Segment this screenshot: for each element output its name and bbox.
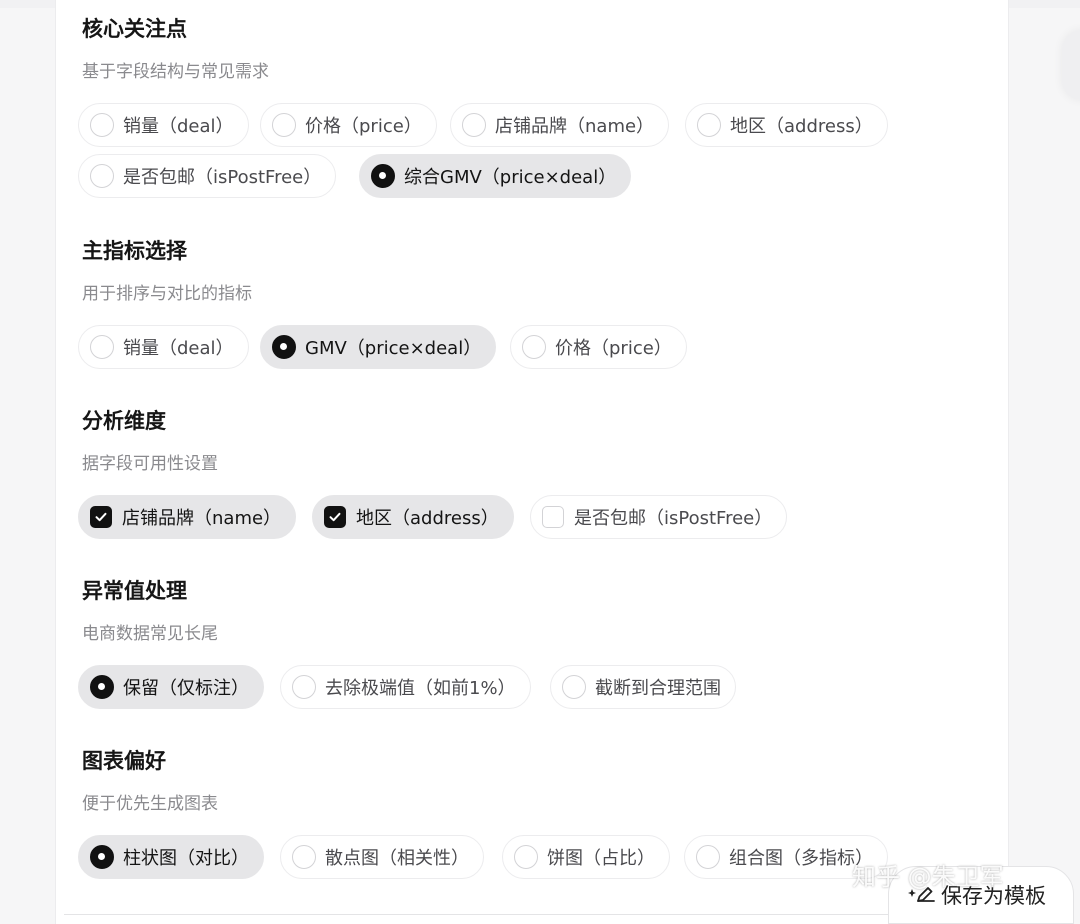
radio-icon [292, 845, 316, 869]
focus-option-price[interactable]: 价格（price） [260, 103, 437, 147]
side-panel-edge [1062, 30, 1080, 100]
focus-option-deal[interactable]: 销量（deal） [78, 103, 249, 147]
checkbox-icon [542, 506, 564, 528]
focus-option-ispostfree[interactable]: 是否包邮（isPostFree） [78, 154, 337, 198]
footer-divider [64, 914, 894, 915]
option-label: 截断到合理范围 [595, 678, 721, 699]
section-subtitle-outliers: 电商数据常见长尾 [82, 624, 218, 644]
section-title-main-metric: 主指标选择 [82, 239, 187, 263]
outlier-option-remove[interactable]: 去除极端值（如前1%） [280, 665, 531, 709]
radio-icon [90, 164, 114, 188]
option-label: 综合GMV（price×deal） [404, 167, 617, 188]
section-subtitle-dimensions: 据字段可用性设置 [82, 454, 218, 474]
focus-option-name[interactable]: 店铺品牌（name） [450, 103, 670, 147]
section-title-outliers: 异常值处理 [82, 579, 187, 603]
radio-icon [272, 113, 296, 137]
option-label: 去除极端值（如前1%） [325, 678, 516, 699]
chart-option-scatter[interactable]: 散点图（相关性） [280, 835, 484, 879]
radio-icon [562, 675, 586, 699]
section-title-chart-pref: 图表偏好 [82, 749, 166, 773]
radio-icon [462, 113, 486, 137]
section-subtitle-chart-pref: 便于优先生成图表 [82, 794, 218, 814]
chart-option-bar[interactable]: 柱状图（对比） [78, 835, 264, 879]
focus-option-gmv[interactable]: 综合GMV（price×deal） [359, 154, 632, 198]
dimension-option-ispostfree[interactable]: 是否包邮（isPostFree） [530, 495, 788, 539]
option-label: 组合图（多指标） [729, 848, 873, 869]
radio-icon [697, 113, 721, 137]
dimension-option-name[interactable]: 店铺品牌（name） [78, 495, 297, 539]
option-label: 销量（deal） [123, 116, 234, 137]
option-label: 散点图（相关性） [325, 848, 469, 869]
option-label: 销量（deal） [123, 338, 234, 359]
option-label: 柱状图（对比） [123, 848, 249, 869]
radio-selected-icon [90, 675, 114, 699]
checkbox-checked-icon [90, 506, 112, 528]
option-label: 店铺品牌（name） [495, 116, 655, 137]
option-label: 是否包邮（isPostFree） [123, 167, 322, 188]
chart-option-pie[interactable]: 饼图（占比） [502, 835, 670, 879]
radio-icon [90, 113, 114, 137]
option-label: 是否包邮（isPostFree） [574, 508, 773, 529]
option-label: 价格（price） [555, 338, 672, 359]
radio-icon [514, 845, 538, 869]
outlier-option-clip[interactable]: 截断到合理范围 [550, 665, 736, 709]
option-label: 地区（address） [356, 508, 499, 529]
radio-selected-icon [371, 164, 395, 188]
option-label: 饼图（占比） [547, 848, 655, 869]
radio-selected-icon [272, 335, 296, 359]
radio-icon [522, 335, 546, 359]
option-label: 价格（price） [305, 116, 422, 137]
chart-option-combo[interactable]: 组合图（多指标） [684, 835, 888, 879]
radio-icon [696, 845, 720, 869]
save-as-template-label: 保存为模板 [941, 884, 1046, 908]
outlier-option-keep[interactable]: 保留（仅标注） [78, 665, 264, 709]
option-label: 保留（仅标注） [123, 678, 249, 699]
radio-selected-icon [90, 845, 114, 869]
sparkle-edit-icon [907, 880, 941, 911]
section-subtitle-main-metric: 用于排序与对比的指标 [82, 284, 252, 304]
checkbox-checked-icon [324, 506, 346, 528]
section-subtitle-focus: 基于字段结构与常见需求 [82, 62, 269, 82]
option-label: GMV（price×deal） [305, 338, 482, 359]
focus-option-address[interactable]: 地区（address） [685, 103, 888, 147]
save-as-template-button[interactable]: 保存为模板 [888, 866, 1074, 924]
section-title-focus: 核心关注点 [82, 17, 187, 41]
option-label: 店铺品牌（name） [122, 508, 282, 529]
section-title-dimensions: 分析维度 [82, 409, 166, 433]
radio-icon [292, 675, 316, 699]
metric-option-price[interactable]: 价格（price） [510, 325, 687, 369]
dimension-option-address[interactable]: 地区（address） [312, 495, 514, 539]
option-label: 地区（address） [730, 116, 873, 137]
metric-option-deal[interactable]: 销量（deal） [78, 325, 249, 369]
radio-icon [90, 335, 114, 359]
metric-option-gmv[interactable]: GMV（price×deal） [260, 325, 497, 369]
